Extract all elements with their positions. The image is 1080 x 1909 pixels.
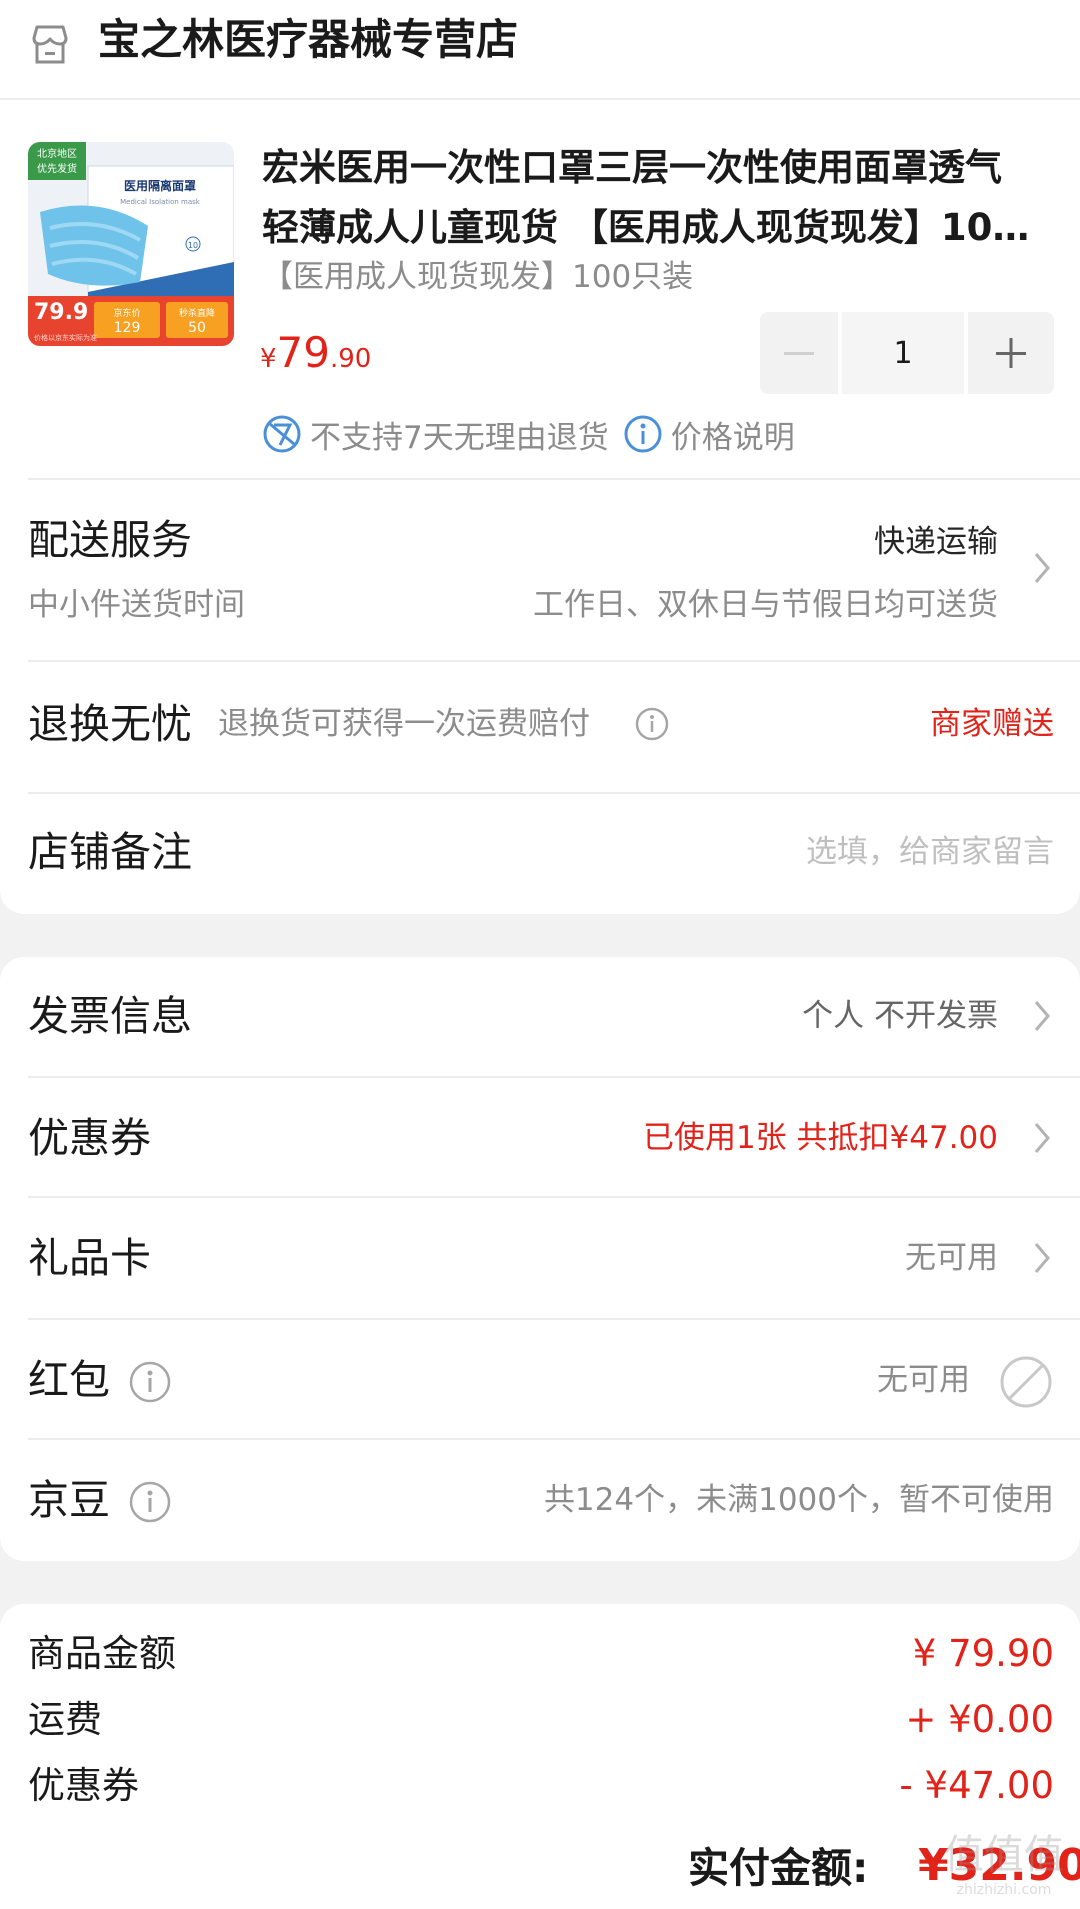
coupon-value[interactable]: 已使用1张 共抵扣¥47.00	[643, 1116, 998, 1160]
product-title-line1: 宏米医用一次性口罩三层一次性使用面罩透气	[262, 146, 1002, 189]
product-image[interactable]: 北京地区 优先发货 医用隔离面罩 Medical Isolation mask …	[28, 142, 234, 346]
increase-button[interactable]	[968, 312, 1054, 394]
image-flash-label: 秒杀直降	[179, 307, 215, 319]
shipping-fee-label: 运费	[28, 1698, 102, 1741]
divider	[28, 792, 1080, 794]
shipping-fee-value: + ¥0.00	[905, 1698, 1054, 1741]
minus-icon	[784, 352, 814, 355]
product-spec: 【医用成人现货现发】100只装	[262, 259, 694, 295]
shop-remark-input[interactable]: 选填，给商家留言	[806, 830, 1054, 874]
delivery-method[interactable]: 快递运输	[874, 520, 998, 564]
watermark-logo: 值值值 zhizhizhi.com	[944, 1832, 1064, 1898]
divider	[0, 98, 1080, 100]
shop-remark-label: 店铺备注	[28, 828, 192, 876]
chevron-right-icon[interactable]	[1030, 1120, 1054, 1156]
divider	[28, 660, 1080, 662]
chevron-right-icon[interactable]	[1030, 550, 1054, 586]
image-box-title: 医用隔离面罩	[124, 178, 196, 193]
decrease-button[interactable]	[760, 312, 838, 394]
delivery-time-value: 工作日、双休日与节假日均可送货	[533, 587, 998, 623]
quantity-value[interactable]: 1	[842, 312, 964, 394]
image-box-subtitle: Medical Isolation mask	[120, 198, 201, 206]
plus-icon	[996, 338, 1026, 368]
product-price: ¥79.90	[260, 328, 371, 387]
return-service-desc: 退换货可获得一次运费赔付	[218, 706, 590, 742]
price-explanation-link[interactable]: 价格说明	[671, 412, 795, 457]
info-icon[interactable]	[128, 1480, 172, 1524]
image-box-count: 10	[188, 241, 198, 250]
image-corner-tag-1: 北京地区	[37, 147, 77, 160]
gift-card-value[interactable]: 无可用	[905, 1236, 998, 1280]
delivery-time-label: 中小件送货时间	[28, 587, 245, 623]
info-icon[interactable]	[128, 1360, 172, 1404]
divider	[28, 1318, 1080, 1320]
store-icon	[32, 25, 68, 64]
product-title[interactable]: 宏米医用一次性口罩三层一次性使用面罩透气 轻薄成人儿童现货 【医用成人现货现发】…	[262, 138, 1042, 258]
coupon-label: 优惠券	[28, 1114, 151, 1162]
total-label: 实付金额:	[688, 1844, 869, 1892]
image-promo-footer: 价格以京东实际为准	[34, 333, 97, 342]
no-return-text: 不支持7天无理由退货	[310, 419, 609, 456]
divider	[28, 478, 1080, 480]
jd-beans-label: 京豆	[28, 1476, 110, 1524]
image-promo-price: 79.9	[34, 300, 88, 325]
image-corner-tag-2: 优先发货	[37, 162, 77, 175]
red-packet-value: 无可用	[877, 1362, 970, 1398]
return-service-label: 退换无忧	[28, 700, 192, 748]
shop-name[interactable]: 宝之林医疗器械专营店	[98, 10, 518, 70]
return-service-value: 商家赠送	[930, 706, 1054, 742]
jd-beans-value: 共124个，未满1000个，暂不可使用	[543, 1482, 1054, 1518]
info-icon[interactable]	[623, 414, 663, 454]
divider	[28, 1438, 1080, 1440]
goods-amount-label: 商品金额	[28, 1632, 176, 1675]
red-packet-label: 红包	[28, 1356, 110, 1404]
price-integer: 79	[276, 328, 330, 377]
invoice-label: 发票信息	[28, 992, 192, 1040]
invoice-value[interactable]: 个人 不开发票	[802, 994, 998, 1038]
coupon-discount-value: - ¥47.00	[899, 1764, 1054, 1807]
info-icon[interactable]	[634, 706, 670, 742]
watermark-text: 值值值	[944, 1832, 1064, 1878]
quantity-stepper: 1	[760, 312, 1054, 394]
chevron-right-icon[interactable]	[1030, 998, 1054, 1034]
price-decimal: .90	[330, 344, 372, 374]
image-flash-value: 50	[188, 320, 206, 336]
price-symbol: ¥	[260, 344, 277, 374]
product-notice-row: 不支持7天无理由退货 价格说明	[262, 410, 795, 458]
disabled-icon	[1000, 1356, 1052, 1408]
product-image-graphic: 北京地区 优先发货 医用隔离面罩 Medical Isolation mask …	[28, 142, 234, 346]
gift-card-label: 礼品卡	[28, 1234, 151, 1282]
divider	[28, 1076, 1080, 1078]
product-title-line2: 轻薄成人儿童现货 【医用成人现货现发】100只装	[262, 206, 1042, 249]
divider	[28, 1196, 1080, 1198]
chevron-right-icon[interactable]	[1030, 1240, 1054, 1276]
no-seven-day-return-icon	[263, 415, 301, 453]
delivery-label: 配送服务	[28, 516, 192, 564]
image-jd-price: 129	[114, 320, 141, 336]
coupon-discount-label: 优惠券	[28, 1764, 139, 1807]
watermark-url: zhizhizhi.com	[957, 1882, 1052, 1898]
image-jd-price-label: 京东价	[113, 307, 140, 319]
goods-amount-value: ¥ 79.90	[912, 1632, 1054, 1675]
